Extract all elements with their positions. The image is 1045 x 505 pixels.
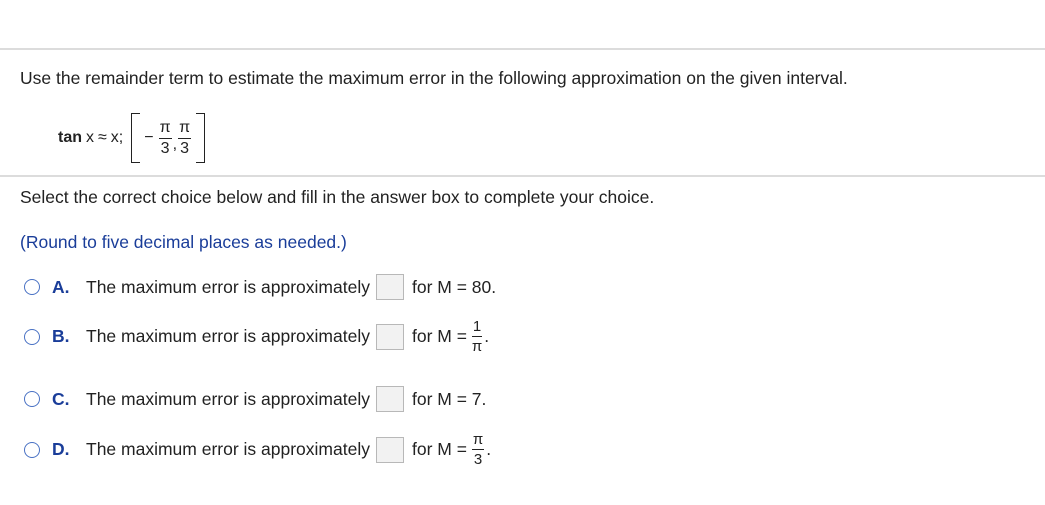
interval-right-bracket bbox=[196, 113, 206, 163]
interval-left-num: π bbox=[158, 119, 172, 139]
choice-d-letter: D. bbox=[52, 439, 70, 459]
choice-b-m-num: 1 bbox=[471, 318, 483, 337]
formula-var: x bbox=[86, 129, 94, 146]
choice-a-letter: A. bbox=[52, 276, 70, 297]
choice-d-m-suffix: . bbox=[486, 439, 492, 459]
interval-left-sign: − bbox=[144, 129, 154, 146]
choice-a-m-value: for M = 80. bbox=[411, 276, 497, 297]
interval: − π 3 , π 3 bbox=[140, 119, 196, 157]
choice-c-answer-box[interactable] bbox=[375, 386, 404, 412]
choice-c-text: The maximum error is approximately bbox=[86, 388, 370, 409]
choice-b-radio[interactable] bbox=[24, 328, 40, 345]
question-text: Use the remainder term to estimate the m… bbox=[20, 68, 848, 88]
formula-rhs: x; bbox=[110, 129, 124, 146]
rounding-note: (Round to five decimal places as needed.… bbox=[20, 232, 347, 252]
choice-b-m-prefix: for M = bbox=[411, 326, 467, 346]
choice-b-m-den: π bbox=[471, 338, 483, 355]
choice-c-letter: C. bbox=[52, 388, 70, 409]
section-divider bbox=[0, 175, 1045, 177]
choice-d-m-value: for M = π 3 . bbox=[412, 432, 491, 467]
choice-a[interactable]: A. The maximum error is approximately fo… bbox=[24, 274, 496, 300]
interval-left-bracket bbox=[131, 113, 141, 163]
interval-left-den: 3 bbox=[160, 139, 170, 157]
choice-d-text: The maximum error is approximately bbox=[86, 439, 370, 459]
choice-b-letter: B. bbox=[52, 326, 70, 346]
choice-d-m-num: π bbox=[471, 431, 485, 450]
choice-a-text: The maximum error is approximately bbox=[86, 276, 370, 297]
choice-c[interactable]: C. The maximum error is approximately fo… bbox=[24, 386, 486, 412]
choice-b-m-fraction: 1 π bbox=[471, 318, 483, 355]
instruction-text: Select the correct choice below and fill… bbox=[20, 187, 655, 207]
interval-right-fraction: π 3 bbox=[178, 119, 192, 157]
choice-d-answer-box[interactable] bbox=[375, 436, 404, 463]
choice-d-m-den: 3 bbox=[473, 451, 483, 468]
interval-right-num: π bbox=[178, 119, 192, 139]
choice-d-radio[interactable] bbox=[24, 441, 40, 458]
choice-c-radio[interactable] bbox=[24, 391, 40, 407]
formula-approx: ≈ bbox=[98, 129, 107, 146]
choice-a-answer-box[interactable] bbox=[375, 274, 404, 300]
choice-c-m-value: for M = 7. bbox=[411, 388, 487, 409]
top-divider bbox=[0, 48, 1045, 50]
formula-function: tan bbox=[58, 129, 82, 146]
interval-separator: , bbox=[172, 136, 178, 153]
choice-b-text: The maximum error is approximately bbox=[86, 326, 370, 346]
formula: tan x ≈ x; − π 3 , π 3 bbox=[58, 112, 206, 164]
choice-d-m-fraction: π 3 bbox=[471, 431, 485, 468]
interval-right-den: 3 bbox=[180, 139, 190, 157]
choice-b[interactable]: B. The maximum error is approximately fo… bbox=[24, 319, 489, 354]
choice-b-m-value: for M = 1 π . bbox=[412, 319, 489, 354]
choice-a-radio[interactable] bbox=[24, 279, 40, 295]
choice-b-m-suffix: . bbox=[484, 326, 490, 346]
choice-d[interactable]: D. The maximum error is approximately fo… bbox=[24, 432, 491, 467]
choice-b-answer-box[interactable] bbox=[375, 323, 404, 350]
interval-left-fraction: π 3 bbox=[158, 119, 172, 157]
choice-d-m-prefix: for M = bbox=[411, 439, 467, 459]
